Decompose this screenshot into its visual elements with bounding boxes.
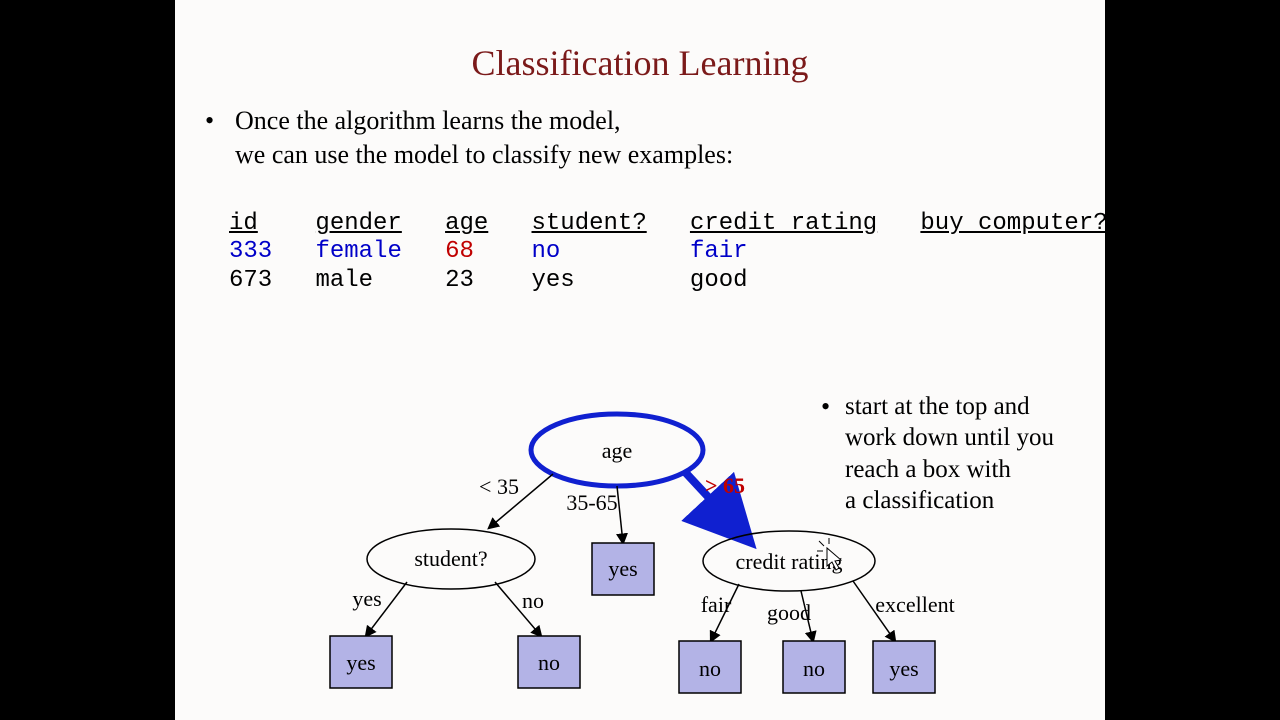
- bullet-icon: •: [821, 391, 830, 424]
- col-age: age: [445, 210, 488, 237]
- side-line: start at the top and: [845, 393, 1030, 420]
- node-student-label: student?: [414, 546, 487, 571]
- node-age: [531, 414, 703, 486]
- node-credit-label: credit rating: [736, 549, 843, 574]
- edge-label: good: [767, 600, 811, 625]
- slide: Classification Learning • Once the algor…: [175, 0, 1105, 720]
- cell: good: [690, 267, 748, 294]
- col-student: student?: [532, 210, 647, 237]
- cell: male: [315, 267, 373, 294]
- edge-label: > 65: [705, 473, 745, 498]
- col-id: id: [229, 210, 258, 237]
- bullet-icon: •: [205, 104, 214, 138]
- side-bullet: • start at the top and work down until y…: [845, 391, 1095, 516]
- cursor-icon: [817, 538, 841, 570]
- cell: no: [532, 238, 561, 265]
- leaf-box: [873, 641, 935, 693]
- leaf-label: no: [538, 650, 560, 675]
- cell: 68: [445, 238, 474, 265]
- leaf-label: yes: [889, 656, 918, 681]
- side-line: work down until you: [845, 424, 1054, 451]
- col-credit: credit rating: [690, 210, 877, 237]
- node-age-label: age: [602, 438, 633, 463]
- leaf-box: [679, 641, 741, 693]
- side-line: reach a box with: [845, 456, 1011, 483]
- node-student: [367, 529, 535, 589]
- cell: fair: [690, 238, 748, 265]
- cell: yes: [531, 267, 574, 294]
- edge-label: no: [522, 588, 544, 613]
- edge-label: < 35: [479, 474, 519, 499]
- cell: 333: [229, 238, 272, 265]
- data-table: id gender age student? credit rating buy…: [229, 210, 1108, 295]
- col-buy: buy computer?: [920, 210, 1107, 237]
- bullet-line2: we can use the model to classify new exa…: [235, 140, 733, 169]
- bullet-line1: Once the algorithm learns the model,: [235, 106, 621, 135]
- leaf-label: no: [803, 656, 825, 681]
- edge-label: yes: [352, 586, 381, 611]
- main-bullet: • Once the algorithm learns the model, w…: [235, 104, 733, 172]
- side-line: a classification: [845, 487, 994, 514]
- edge-label: 35-65: [566, 490, 617, 515]
- leaf-box: [592, 543, 654, 595]
- leaf-label: yes: [346, 650, 375, 675]
- leaf-label: no: [699, 656, 721, 681]
- leaf-label: yes: [608, 556, 637, 581]
- edge-label: fair: [701, 592, 732, 617]
- slide-title: Classification Learning: [175, 42, 1105, 84]
- leaf-box: [330, 636, 392, 688]
- cell: 23: [445, 267, 474, 294]
- leaf-box: [518, 636, 580, 688]
- node-credit: [703, 531, 875, 591]
- col-gender: gender: [315, 210, 401, 237]
- cell: 673: [229, 267, 272, 294]
- edge-label: excellent: [875, 592, 954, 617]
- leaf-box: [783, 641, 845, 693]
- cell: female: [315, 238, 401, 265]
